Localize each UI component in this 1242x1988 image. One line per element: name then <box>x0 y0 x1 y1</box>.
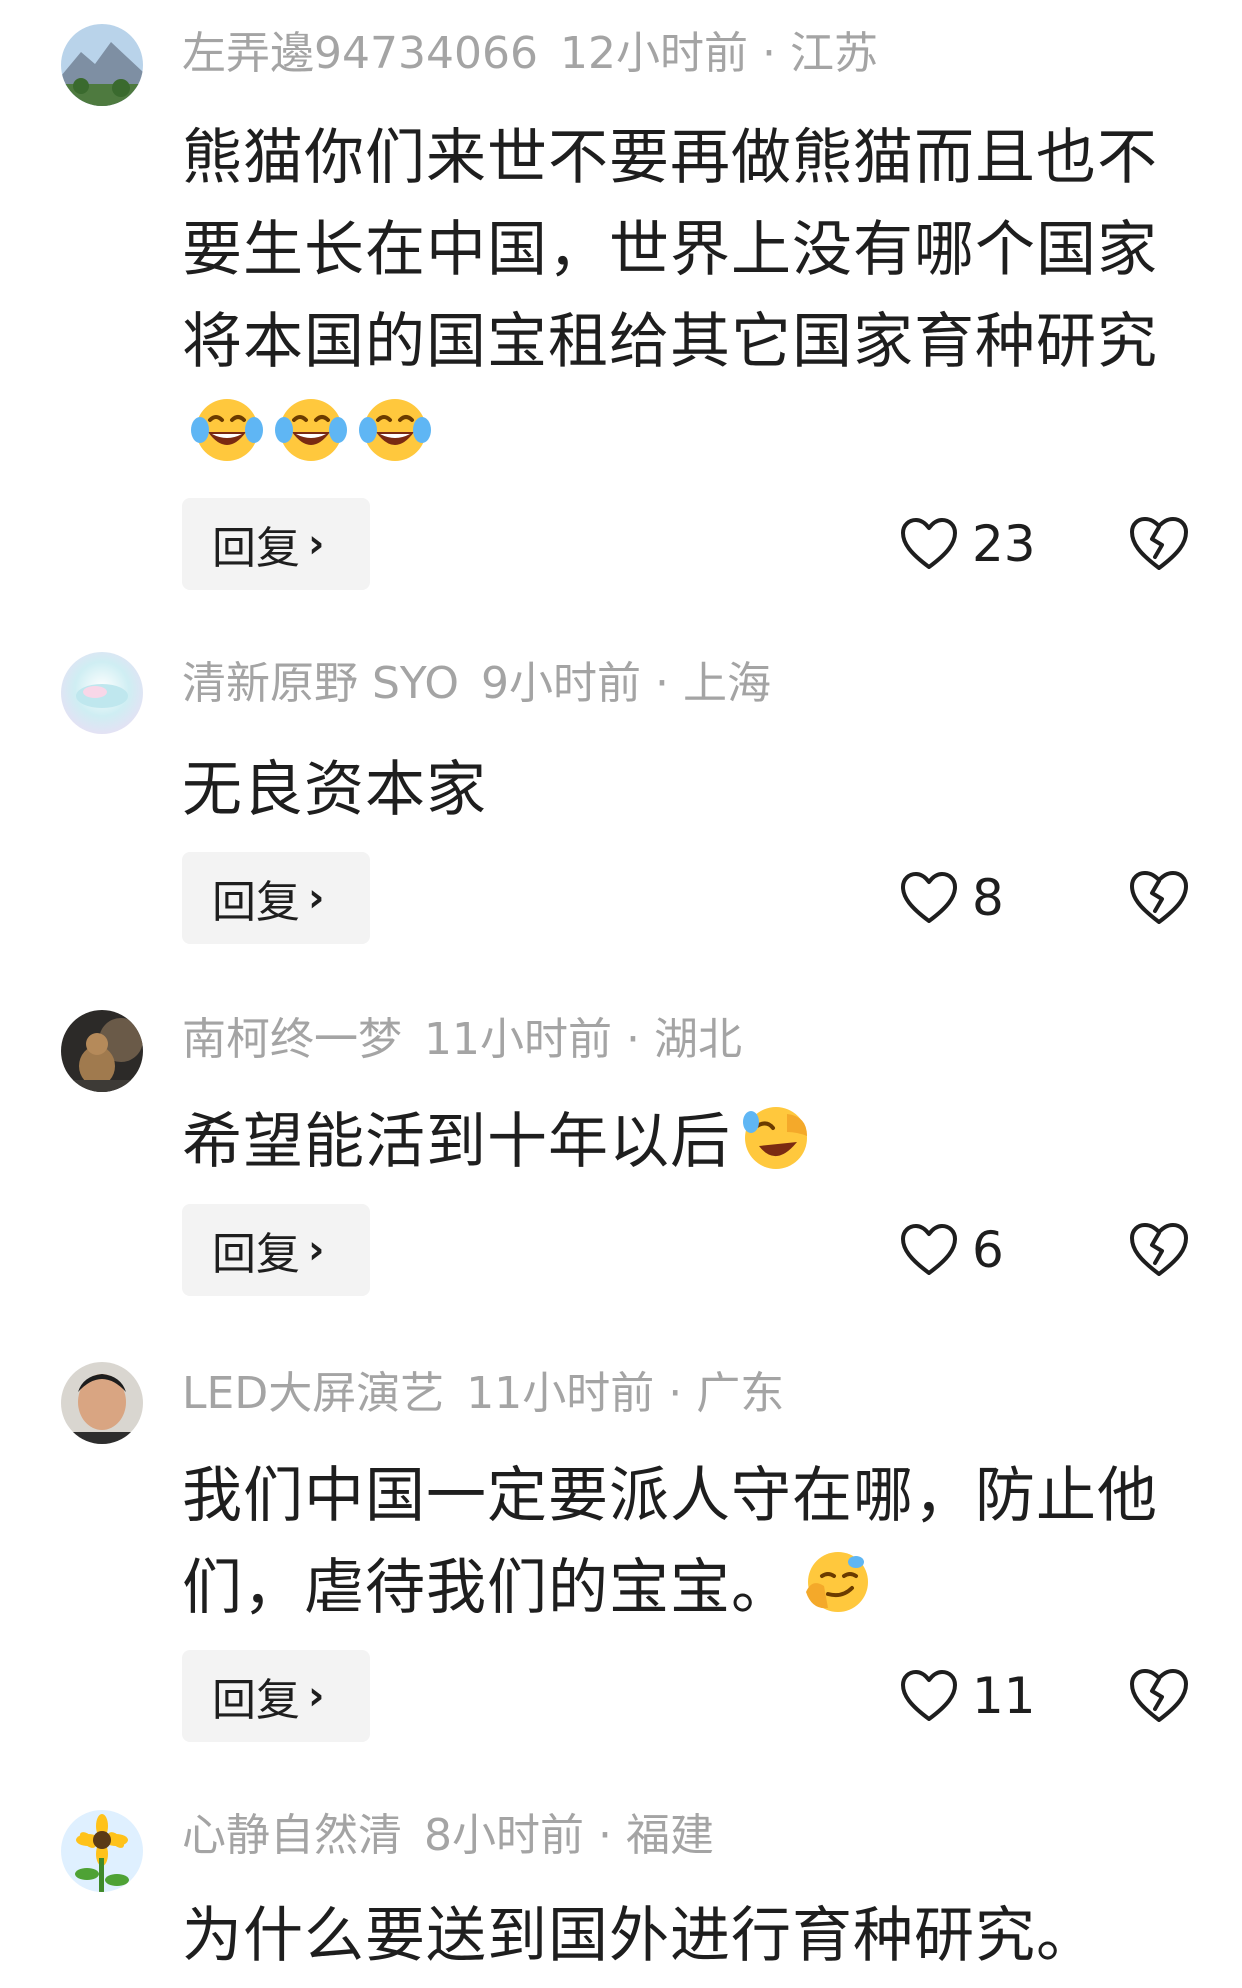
rofl-emoji <box>737 1102 815 1172</box>
heart-outline-icon <box>900 1669 958 1723</box>
chevron-right-icon: › <box>308 1227 325 1273</box>
comment-meta: 南柯终一梦 11小时前 · 湖北 <box>182 1012 742 1068</box>
dislike-button[interactable] <box>1128 1650 1192 1742</box>
location: 福建 <box>626 1810 714 1861</box>
broken-heart-outline-icon <box>1128 515 1190 573</box>
timestamp: 11小时前 <box>466 1368 655 1419</box>
separator: · <box>598 1810 612 1861</box>
comment-text-content: 希望能活到十年以后 <box>182 1107 731 1177</box>
reply-button[interactable]: 回复 › <box>182 1650 370 1742</box>
dislike-button[interactable] <box>1128 1204 1192 1296</box>
timestamp: 8小时前 <box>424 1810 584 1861</box>
username[interactable]: 左弄邊94734066 <box>182 28 538 79</box>
comment-text: 希望能活到十年以后 <box>182 1096 1162 1188</box>
avatar[interactable] <box>61 1362 143 1444</box>
location: 湖北 <box>654 1014 742 1065</box>
comment-text: 我们中国一定要派人守在哪，防止他们，虐待我们的宝宝。 <box>182 1450 1162 1634</box>
location: 上海 <box>683 658 772 709</box>
like-count: 6 <box>972 1221 1004 1279</box>
laugh-cry-emoji <box>272 394 350 464</box>
comment-text: 无良资本家 <box>182 744 1162 836</box>
comment-meta: 左弄邊94734066 12小时前 · 江苏 <box>182 26 878 82</box>
comment-text: 熊猫你们来世不要再做熊猫而且也不要生长在中国，世界上没有哪个国家将本国的国宝租给… <box>182 112 1162 480</box>
reply-button[interactable]: 回复 › <box>182 1204 370 1296</box>
comment-text-content: 熊猫你们来世不要再做熊猫而且也不要生长在中国，世界上没有哪个国家将本国的国宝租给… <box>182 123 1158 377</box>
laugh-cry-emoji <box>188 394 266 464</box>
reply-button[interactable]: 回复 › <box>182 852 370 944</box>
location: 广东 <box>696 1368 785 1419</box>
reply-label: 回复 <box>212 523 300 574</box>
comment-text-content: 我们中国一定要派人守在哪，防止他们，虐待我们的宝宝。 <box>182 1461 1158 1623</box>
comment-meta: LED大屏演艺 11小时前 · 广东 <box>182 1366 784 1422</box>
separator: · <box>761 28 776 79</box>
username[interactable]: 清新原野 SYO <box>182 658 459 709</box>
comment-text-content: 为什么要送到国外进行育种研究。 <box>182 1901 1097 1971</box>
reply-label: 回复 <box>212 1229 300 1280</box>
like-button[interactable]: 6 <box>900 1204 1004 1296</box>
broken-heart-outline-icon <box>1128 869 1190 927</box>
comment-meta: 心静自然清 8小时前 · 福建 <box>182 1808 714 1864</box>
smirk-emoji <box>798 1548 876 1618</box>
like-button[interactable]: 8 <box>900 852 1004 944</box>
laugh-cry-emoji <box>356 394 434 464</box>
location: 江苏 <box>789 28 878 79</box>
separator: · <box>655 658 670 709</box>
avatar[interactable] <box>61 1810 143 1892</box>
username[interactable]: LED大屏演艺 <box>182 1368 444 1419</box>
like-count: 23 <box>972 515 1036 573</box>
comment-text-content: 无良资本家 <box>182 755 487 825</box>
separator: · <box>668 1368 683 1419</box>
chevron-right-icon: › <box>308 1673 325 1719</box>
timestamp: 12小时前 <box>559 28 748 79</box>
separator: · <box>626 1014 640 1065</box>
broken-heart-outline-icon <box>1128 1667 1190 1725</box>
heart-outline-icon <box>900 871 958 925</box>
heart-outline-icon <box>900 517 958 571</box>
dislike-button[interactable] <box>1128 498 1192 590</box>
reply-label: 回复 <box>212 877 300 928</box>
timestamp: 9小时前 <box>481 658 642 709</box>
heart-outline-icon <box>900 1223 958 1277</box>
like-button[interactable]: 23 <box>900 498 1036 590</box>
username[interactable]: 心静自然清 <box>182 1810 402 1861</box>
like-count: 11 <box>972 1667 1036 1725</box>
dislike-button[interactable] <box>1128 852 1192 944</box>
avatar[interactable] <box>61 1010 143 1092</box>
timestamp: 11小时前 <box>424 1014 612 1065</box>
like-count: 8 <box>972 869 1004 927</box>
like-button[interactable]: 11 <box>900 1650 1036 1742</box>
reply-button[interactable]: 回复 › <box>182 498 370 590</box>
comment-meta: 清新原野 SYO 9小时前 · 上海 <box>182 656 771 712</box>
reply-label: 回复 <box>212 1675 300 1726</box>
broken-heart-outline-icon <box>1128 1221 1190 1279</box>
avatar[interactable] <box>61 652 143 734</box>
chevron-right-icon: › <box>308 521 325 567</box>
username[interactable]: 南柯终一梦 <box>182 1014 402 1065</box>
comment-text: 为什么要送到国外进行育种研究。 <box>182 1890 1162 1982</box>
chevron-right-icon: › <box>308 875 325 921</box>
avatar[interactable] <box>61 24 143 106</box>
